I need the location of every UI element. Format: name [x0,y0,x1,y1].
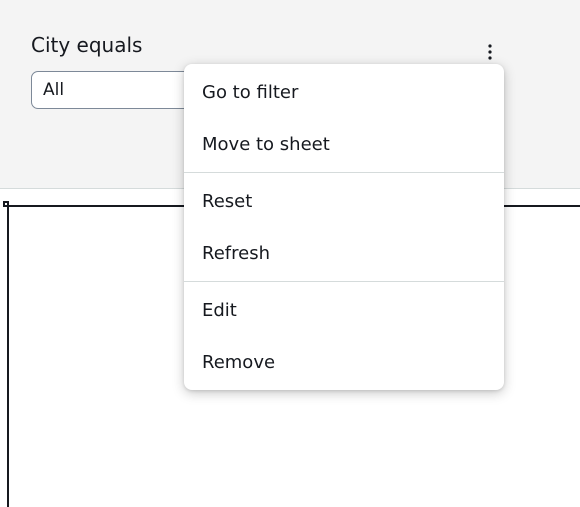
menu-item-label: Go to filter [202,81,299,103]
menu-group-manage: Edit Remove [184,282,504,390]
menu-item-label: Move to sheet [202,133,330,155]
menu-group-state: Reset Refresh [184,173,504,281]
menu-item-remove[interactable]: Remove [184,336,504,388]
menu-item-label: Reset [202,190,253,212]
filter-menu-button[interactable] [476,38,504,66]
city-filter-value: All [43,80,65,100]
menu-item-label: Remove [202,351,276,373]
menu-item-label: Refresh [202,242,270,264]
menu-item-reset[interactable]: Reset [184,175,504,227]
vertical-ellipsis-icon [488,44,492,60]
menu-item-refresh[interactable]: Refresh [184,227,504,279]
menu-item-go-to-filter[interactable]: Go to filter [184,66,504,118]
menu-item-move-to-sheet[interactable]: Move to sheet [184,118,504,170]
menu-group-navigation: Go to filter Move to sheet [184,64,504,172]
filter-context-menu: Go to filter Move to sheet Reset Refresh… [184,64,504,390]
menu-item-label: Edit [202,299,237,321]
resize-handle[interactable] [3,201,9,207]
menu-item-edit[interactable]: Edit [184,284,504,336]
filter-title: City equals [31,33,143,57]
